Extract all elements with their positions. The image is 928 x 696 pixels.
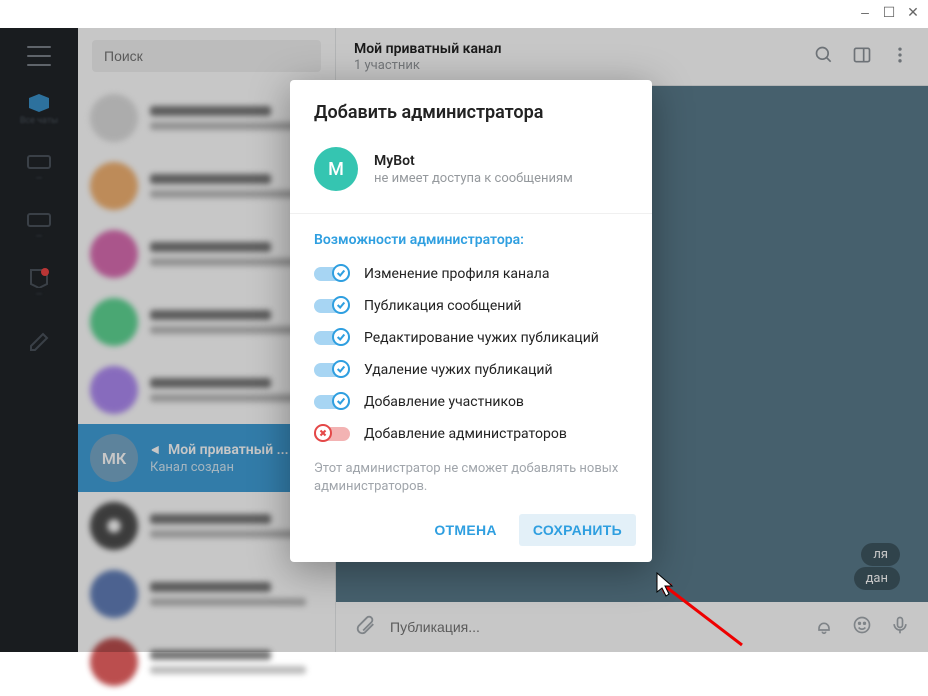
cancel-button[interactable]: ОТМЕНА [420, 514, 510, 546]
permissions-heading: Возможности администратора: [290, 214, 652, 258]
search-box [78, 28, 335, 84]
toggle-on-icon[interactable] [314, 363, 350, 377]
emoji-icon[interactable] [852, 615, 872, 639]
panel-icon[interactable] [852, 45, 872, 69]
maximize-icon[interactable]: ☐ [882, 6, 896, 20]
nav-column: Все чаты — — — [0, 28, 78, 652]
close-icon[interactable]: ✕ [906, 6, 920, 20]
more-icon[interactable] [890, 45, 910, 69]
toggle-on-icon[interactable] [314, 267, 350, 281]
permission-delete-others[interactable]: Удаление чужих публикаций [290, 354, 652, 386]
attach-icon[interactable] [354, 614, 376, 640]
bot-subtitle: не имеет доступа к сообщениям [374, 171, 573, 186]
bot-avatar: M [314, 147, 358, 191]
composer [336, 602, 928, 652]
save-button[interactable]: СОХРАНИТЬ [519, 514, 636, 546]
toggle-on-icon[interactable] [314, 299, 350, 313]
nav-folder-1[interactable]: — [9, 142, 69, 192]
bot-name: MyBot [374, 153, 573, 169]
bot-row[interactable]: M MyBot не имеет доступа к сообщениям [290, 137, 652, 213]
permission-post-messages[interactable]: Публикация сообщений [290, 290, 652, 322]
toggle-on-icon[interactable] [314, 331, 350, 345]
composer-input[interactable] [390, 619, 796, 635]
hamburger-menu-icon[interactable] [27, 46, 51, 66]
minimize-icon[interactable]: ‒ [858, 6, 872, 20]
toggle-on-icon[interactable] [314, 395, 350, 409]
date-pill: ля [861, 543, 900, 566]
search-icon[interactable] [814, 45, 834, 69]
page-title: Мой приватный канал [354, 41, 796, 57]
permission-add-admins[interactable]: Добавление администраторов [290, 418, 652, 450]
mic-icon[interactable] [890, 615, 910, 639]
main-header: Мой приватный канал 1 участник [336, 28, 928, 86]
status-pill: дан [854, 567, 900, 590]
megaphone-icon [150, 443, 164, 457]
add-admin-modal: Добавить администратора M MyBot не имеет… [290, 80, 652, 562]
modal-title: Добавить администратора [290, 80, 652, 137]
permission-edit-others[interactable]: Редактирование чужих публикаций [290, 322, 652, 354]
nav-folder-2[interactable]: — [9, 200, 69, 250]
window-controls: ‒ ☐ ✕ [858, 6, 920, 20]
toggle-off-icon[interactable] [314, 427, 350, 441]
avatar: МК [90, 434, 138, 482]
permission-note: Этот администратор не сможет добавлять н… [290, 450, 652, 510]
member-count: 1 участник [354, 58, 796, 73]
notify-icon[interactable] [814, 615, 834, 639]
chat-item-blurred[interactable] [78, 560, 335, 628]
permission-add-members[interactable]: Добавление участников [290, 386, 652, 418]
chat-item-blurred[interactable] [78, 628, 335, 696]
nav-all-chats[interactable]: Все чаты [9, 84, 69, 134]
nav-folder-3[interactable]: — [9, 258, 69, 308]
nav-edit[interactable] [9, 316, 69, 366]
permission-change-profile[interactable]: Изменение профиля канала [290, 258, 652, 290]
search-input[interactable] [92, 40, 321, 72]
